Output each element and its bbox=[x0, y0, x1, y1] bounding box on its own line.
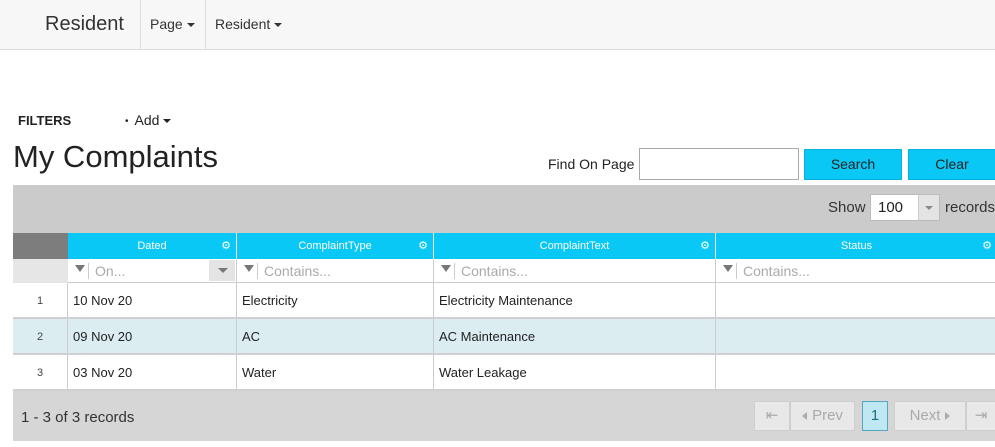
column-header-status[interactable]: Status ⚙ bbox=[716, 233, 995, 259]
table-row[interactable]: 1 10 Nov 20 Electricity Electricity Main… bbox=[13, 283, 995, 319]
chevron-down-icon[interactable] bbox=[918, 195, 939, 220]
column-header-label: ComplaintText bbox=[539, 240, 610, 252]
caret-down-icon bbox=[186, 23, 195, 28]
filter-row-number-cell bbox=[13, 259, 68, 283]
gear-icon[interactable]: ⚙ bbox=[418, 233, 428, 259]
cell-status bbox=[716, 283, 995, 319]
last-page-button[interactable]: ⇥ bbox=[966, 401, 995, 431]
filter-cell-status[interactable]: Contains... bbox=[716, 259, 995, 283]
filter-placeholder: Contains... bbox=[257, 263, 331, 279]
column-header-dated[interactable]: Dated ⚙ bbox=[68, 233, 237, 259]
nav-divider bbox=[140, 0, 141, 49]
chevron-down-icon[interactable] bbox=[209, 260, 235, 281]
cell-dated: 10 Nov 20 bbox=[68, 283, 237, 319]
table-row[interactable]: 2 09 Nov 20 AC AC Maintenance bbox=[13, 319, 995, 355]
prev-page-button[interactable]: Prev bbox=[790, 401, 855, 431]
table-row[interactable]: 3 03 Nov 20 Water Water Leakage bbox=[13, 355, 995, 391]
next-label: Next bbox=[909, 407, 941, 424]
bullet-icon: • bbox=[125, 115, 129, 127]
search-button[interactable]: Search bbox=[804, 149, 902, 180]
filter-icon[interactable] bbox=[441, 265, 451, 272]
records-count: 1 - 3 of 3 records bbox=[21, 409, 135, 426]
gear-icon[interactable]: ⚙ bbox=[982, 233, 992, 259]
grid-toolbar: Show 100 records bbox=[13, 185, 995, 233]
column-header-label: Dated bbox=[137, 240, 167, 252]
first-page-icon: ⇤ bbox=[765, 407, 779, 424]
cell-complaint-text: AC Maintenance bbox=[434, 319, 716, 355]
resident-menu[interactable]: Resident bbox=[215, 16, 283, 32]
cell-dated: 03 Nov 20 bbox=[68, 355, 237, 391]
filter-placeholder: On... bbox=[88, 263, 125, 279]
cell-complaint-type: AC bbox=[237, 319, 434, 355]
cell-complaint-text: Electricity Maintenance bbox=[434, 283, 716, 319]
next-page-button[interactable]: Next bbox=[894, 401, 966, 431]
cell-complaint-type: Water bbox=[237, 355, 434, 391]
page-size-select[interactable]: 100 bbox=[870, 194, 940, 221]
show-label: Show bbox=[828, 199, 866, 216]
filter-cell-complainttype[interactable]: Contains... bbox=[237, 259, 434, 283]
page-title: My Complaints bbox=[13, 139, 218, 174]
filter-placeholder: Contains... bbox=[454, 263, 528, 279]
first-page-button[interactable]: ⇤ bbox=[754, 401, 790, 431]
chevron-left-icon bbox=[802, 412, 808, 421]
page-size-value: 100 bbox=[878, 199, 904, 216]
brand-title[interactable]: Resident bbox=[45, 13, 124, 36]
filter-icon[interactable] bbox=[244, 265, 254, 272]
filter-cell-complainttext[interactable]: Contains... bbox=[434, 259, 716, 283]
page-1-button[interactable]: 1 bbox=[862, 401, 888, 431]
cell-complaint-type: Electricity bbox=[237, 283, 434, 319]
caret-down-icon bbox=[163, 119, 172, 124]
page-menu[interactable]: Page bbox=[150, 16, 195, 32]
filter-cell-dated[interactable]: On... bbox=[68, 259, 237, 283]
find-on-page-label: Find On Page bbox=[548, 156, 635, 172]
cell-dated: 09 Nov 20 bbox=[68, 319, 237, 355]
filter-placeholder: Contains... bbox=[736, 263, 810, 279]
gear-icon[interactable]: ⚙ bbox=[700, 233, 710, 259]
row-number: 1 bbox=[13, 283, 68, 319]
records-label: records bbox=[945, 199, 995, 216]
row-number: 2 bbox=[13, 319, 68, 355]
add-filter-label: Add bbox=[134, 112, 160, 128]
gear-icon[interactable]: ⚙ bbox=[221, 233, 231, 259]
prev-label: Prev bbox=[812, 407, 843, 424]
page-menu-label: Page bbox=[150, 16, 183, 32]
column-header-label: ComplaintType bbox=[298, 240, 372, 252]
cell-complaint-text: Water Leakage bbox=[434, 355, 716, 391]
filter-icon[interactable] bbox=[75, 265, 85, 272]
column-header-complainttype[interactable]: ComplaintType ⚙ bbox=[237, 233, 434, 259]
caret-down-icon bbox=[274, 23, 283, 28]
chevron-right-icon bbox=[945, 412, 951, 421]
nav-divider bbox=[205, 0, 206, 49]
last-page-icon: ⇥ bbox=[974, 407, 988, 424]
filters-label: FILTERS bbox=[18, 113, 72, 128]
add-filter-menu[interactable]: • Add bbox=[125, 112, 172, 128]
filter-icon[interactable] bbox=[723, 265, 733, 272]
find-on-page-input[interactable] bbox=[639, 148, 799, 180]
complaints-grid: Show 100 records Dated ⚙ ComplaintType ⚙… bbox=[13, 185, 995, 441]
cell-status bbox=[716, 355, 995, 391]
row-number-header bbox=[13, 233, 68, 259]
column-header-complainttext[interactable]: ComplaintText ⚙ bbox=[434, 233, 716, 259]
clear-button[interactable]: Clear bbox=[908, 149, 995, 180]
cell-status bbox=[716, 319, 995, 355]
column-header-label: Status bbox=[840, 240, 873, 252]
top-navbar: Resident Page Resident bbox=[0, 0, 995, 50]
row-number: 3 bbox=[13, 355, 68, 391]
resident-menu-label: Resident bbox=[215, 16, 271, 32]
